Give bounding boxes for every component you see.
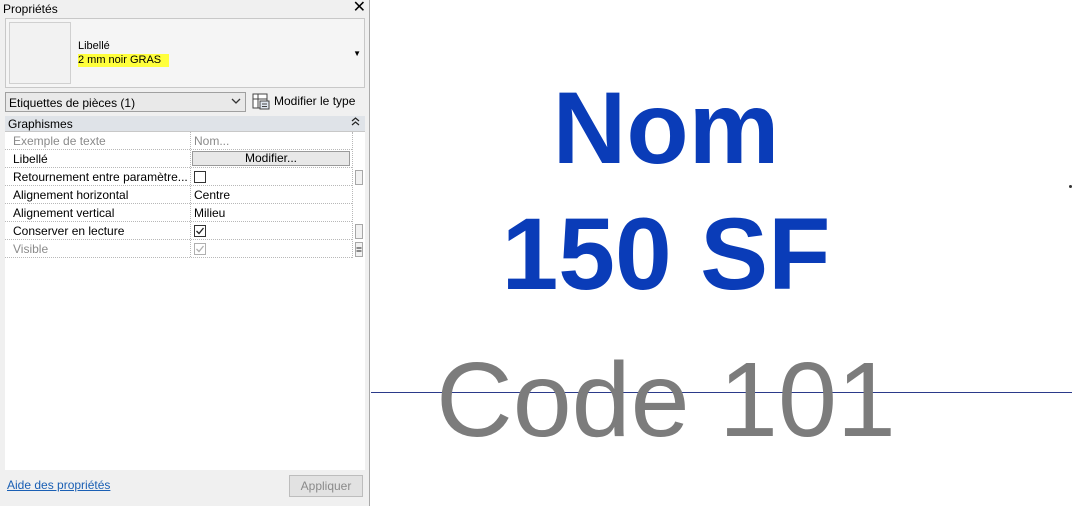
property-value: Centre [194, 188, 231, 202]
collapse-icon[interactable] [351, 116, 360, 130]
property-row-sample-text[interactable]: Exemple de texte Nom... [5, 132, 352, 150]
properties-help-link[interactable]: Aide des propriétés [7, 478, 110, 492]
chevron-down-icon[interactable] [230, 94, 242, 111]
edit-type-icon [252, 93, 270, 113]
instance-filter-select[interactable]: Etiquettes de pièces (1) [5, 92, 246, 112]
type-selector[interactable]: Libellé 2 mm noir GRAS ▼ [5, 18, 365, 88]
group-name: Graphismes [8, 117, 73, 131]
type-name-label: 2 mm noir GRAS [78, 54, 170, 67]
apply-button: Appliquer [289, 475, 363, 497]
palette-title: Propriétés [3, 2, 58, 16]
property-value-cell[interactable]: Centre [190, 186, 352, 203]
room-tag-name[interactable]: Nom [371, 70, 961, 187]
property-value: Nom... [194, 134, 230, 148]
room-tag-area[interactable]: 150 SF [371, 196, 961, 313]
equals-icon [356, 247, 362, 252]
property-name: Retournement entre paramètre... [13, 170, 188, 184]
wrap-checkbox[interactable] [194, 171, 206, 183]
property-row-horizontal-align[interactable]: Alignement horizontal Centre [5, 186, 352, 204]
property-name: Exemple de texte [13, 134, 106, 148]
property-row-wrap[interactable]: Retournement entre paramètre... [5, 168, 352, 186]
instance-filter-value: Etiquettes de pièces (1) [9, 96, 136, 110]
group-header-graphics[interactable]: Graphismes [5, 116, 365, 132]
property-name: Libellé [13, 152, 48, 166]
property-value-cell: Nom... [190, 132, 352, 149]
property-name: Alignement vertical [13, 206, 115, 220]
property-value-cell [190, 168, 352, 185]
close-icon[interactable]: ✕ [353, 0, 366, 16]
property-row-vertical-align[interactable]: Alignement vertical Milieu [5, 204, 352, 222]
grid-side-column [352, 132, 366, 258]
checkmark-icon [196, 227, 205, 235]
property-row-keep-readable[interactable]: Conserver en lecture [5, 222, 352, 240]
associate-param-button[interactable] [355, 242, 363, 257]
property-value-cell [190, 240, 352, 257]
palette-titlebar: Propriétés ✕ [0, 0, 370, 18]
room-tag-code[interactable]: Code 101 [371, 340, 961, 461]
property-name: Alignement horizontal [13, 188, 129, 202]
property-row-visible[interactable]: Visible [5, 240, 352, 258]
drawing-canvas[interactable]: Nom 150 SF Code 101 [371, 0, 1072, 506]
properties-palette: Propriétés ✕ Libellé 2 mm noir GRAS ▼ Et… [0, 0, 370, 506]
property-value-cell[interactable]: Milieu [190, 204, 352, 221]
property-value-cell [190, 222, 352, 239]
modify-label-button[interactable]: Modifier... [192, 151, 350, 166]
keep-readable-checkbox[interactable] [194, 225, 206, 237]
property-name: Conserver en lecture [13, 224, 125, 238]
property-value-cell: Modifier... [190, 150, 352, 167]
property-name: Visible [13, 242, 49, 256]
properties-grid: Exemple de texte Nom... Libellé Modifier… [5, 132, 365, 470]
property-row-label[interactable]: Libellé Modifier... [5, 150, 352, 168]
edit-type-label: Modifier le type [274, 94, 356, 108]
associate-param-button[interactable] [355, 170, 363, 185]
dropdown-arrow-icon[interactable]: ▼ [353, 49, 361, 58]
associate-param-button[interactable] [355, 224, 363, 239]
type-family-label: Libellé [78, 40, 110, 52]
property-value: Milieu [194, 206, 226, 220]
checkmark-icon [196, 245, 205, 253]
visible-checkbox [194, 243, 206, 255]
type-preview-image [9, 22, 71, 84]
